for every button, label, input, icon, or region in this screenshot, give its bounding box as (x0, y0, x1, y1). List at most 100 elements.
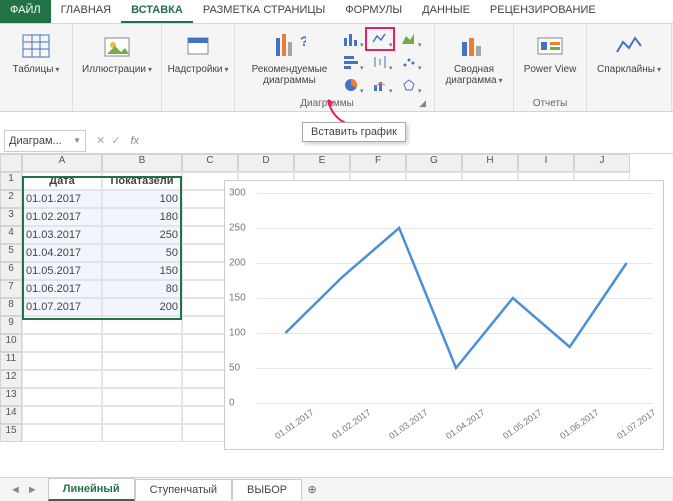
cell[interactable] (22, 406, 102, 424)
row-header[interactable]: 11 (0, 352, 22, 370)
reports-caption: Отчеты (520, 98, 580, 109)
cell[interactable]: 01.07.2017 (22, 298, 102, 316)
cell[interactable] (102, 316, 182, 334)
cell[interactable]: Дата (22, 172, 102, 190)
cell[interactable]: 250 (102, 226, 182, 244)
row-header[interactable]: 3 (0, 208, 22, 226)
tab-formulas[interactable]: ФОРМУЛЫ (335, 0, 412, 23)
cell[interactable] (22, 334, 102, 352)
select-all-corner[interactable] (0, 154, 22, 172)
cell[interactable] (22, 370, 102, 388)
tab-page-layout[interactable]: РАЗМЕТКА СТРАНИЦЫ (193, 0, 335, 23)
cell[interactable]: 01.03.2017 (22, 226, 102, 244)
col-header-J[interactable]: J (574, 154, 630, 172)
tab-insert[interactable]: ВСТАВКА (121, 0, 193, 23)
tab-file[interactable]: ФАЙЛ (0, 0, 51, 23)
charts-dialog-launcher[interactable]: ◢ (417, 98, 428, 109)
cell[interactable] (102, 334, 182, 352)
cell[interactable]: 01.05.2017 (22, 262, 102, 280)
chart-ytick: 250 (229, 223, 246, 234)
cell[interactable]: 50 (102, 244, 182, 262)
cell[interactable]: 150 (102, 262, 182, 280)
row-header[interactable]: 1 (0, 172, 22, 190)
bar-chart-button[interactable] (337, 51, 365, 73)
col-header-G[interactable]: G (406, 154, 462, 172)
col-header-F[interactable]: F (350, 154, 406, 172)
pivot-chart-button[interactable]: Сводная диаграмма (441, 28, 507, 88)
col-header-E[interactable]: E (294, 154, 350, 172)
sheet-nav-prev-icon[interactable]: ◄ (10, 484, 21, 496)
name-box[interactable]: Диаграм...▼ (4, 130, 86, 152)
cell[interactable]: 100 (102, 190, 182, 208)
cell[interactable] (22, 352, 102, 370)
row-header[interactable]: 7 (0, 280, 22, 298)
cell[interactable] (102, 370, 182, 388)
ribbon-tabs: ФАЙЛ ГЛАВНАЯ ВСТАВКА РАЗМЕТКА СТРАНИЦЫ Ф… (0, 0, 673, 24)
row-header[interactable]: 6 (0, 262, 22, 280)
add-sheet-button[interactable]: ⊕ (302, 483, 322, 496)
line-chart-button[interactable] (366, 28, 394, 50)
cell[interactable]: 01.06.2017 (22, 280, 102, 298)
row-header[interactable]: 2 (0, 190, 22, 208)
cell[interactable]: Покатазели (102, 172, 182, 190)
tab-review[interactable]: РЕЦЕНЗИРОВАНИЕ (480, 0, 606, 23)
chart-xtick: 01.01.2017 (273, 407, 316, 441)
tab-home[interactable]: ГЛАВНАЯ (51, 0, 121, 23)
col-header-A[interactable]: A (22, 154, 102, 172)
chart-xtick: 01.06.2017 (558, 407, 601, 441)
pie-chart-button[interactable] (337, 74, 365, 96)
sparklines-button[interactable]: Спарклайны (593, 28, 665, 77)
tables-button[interactable]: Таблицы (6, 28, 66, 77)
row-header[interactable]: 10 (0, 334, 22, 352)
powerview-icon (534, 30, 566, 62)
cell[interactable] (102, 424, 182, 442)
powerview-button[interactable]: Power View (520, 28, 580, 77)
cell[interactable] (102, 352, 182, 370)
cell[interactable]: 01.04.2017 (22, 244, 102, 262)
recommended-charts-button[interactable]: ? Рекомендуемые диаграммы (247, 28, 333, 88)
row-header[interactable]: 9 (0, 316, 22, 334)
col-header-C[interactable]: C (182, 154, 238, 172)
cell[interactable]: 200 (102, 298, 182, 316)
scatter-chart-button[interactable] (395, 51, 423, 73)
cancel-formula-icon[interactable]: ✕ (96, 134, 105, 147)
addins-button[interactable]: Надстройки (168, 28, 228, 77)
row-header[interactable]: 15 (0, 424, 22, 442)
tab-data[interactable]: ДАННЫЕ (412, 0, 480, 23)
col-header-D[interactable]: D (238, 154, 294, 172)
cell[interactable] (22, 316, 102, 334)
row-header[interactable]: 8 (0, 298, 22, 316)
row-header[interactable]: 5 (0, 244, 22, 262)
cell[interactable]: 80 (102, 280, 182, 298)
row-header[interactable]: 14 (0, 406, 22, 424)
sheet-tab-3[interactable]: ВЫБОР (232, 479, 302, 500)
col-header-B[interactable]: B (102, 154, 182, 172)
stock-chart-button[interactable] (366, 51, 394, 73)
svg-text:?: ? (300, 33, 306, 49)
enter-formula-icon[interactable]: ✓ (111, 134, 120, 147)
col-header-I[interactable]: I (518, 154, 574, 172)
column-chart-button[interactable] (337, 28, 365, 50)
cell[interactable]: 180 (102, 208, 182, 226)
illustrations-button[interactable]: Иллюстрации (79, 28, 155, 77)
sheet-tab-2[interactable]: Ступенчатый (135, 479, 232, 500)
cell[interactable] (102, 406, 182, 424)
area-chart-button[interactable] (395, 28, 423, 50)
group-reports: Power View Отчеты (514, 24, 587, 111)
cell[interactable] (22, 388, 102, 406)
cell[interactable]: 01.02.2017 (22, 208, 102, 226)
cell[interactable] (22, 424, 102, 442)
row-header[interactable]: 13 (0, 388, 22, 406)
col-header-H[interactable]: H (462, 154, 518, 172)
sheet-tab-1[interactable]: Линейный (48, 478, 135, 501)
embedded-chart[interactable]: 05010015020025030001.01.201701.02.201701… (224, 180, 664, 450)
cell[interactable] (102, 388, 182, 406)
cell[interactable]: 01.01.2017 (22, 190, 102, 208)
row-header[interactable]: 12 (0, 370, 22, 388)
row-header[interactable]: 4 (0, 226, 22, 244)
sheet-nav-next-icon[interactable]: ► (27, 484, 38, 496)
combo-chart-button[interactable] (366, 74, 394, 96)
sheet-tabs-bar: ◄ ► Линейный Ступенчатый ВЫБОР ⊕ (0, 477, 673, 501)
radar-chart-button[interactable] (395, 74, 423, 96)
fx-label[interactable]: fx (130, 135, 139, 147)
